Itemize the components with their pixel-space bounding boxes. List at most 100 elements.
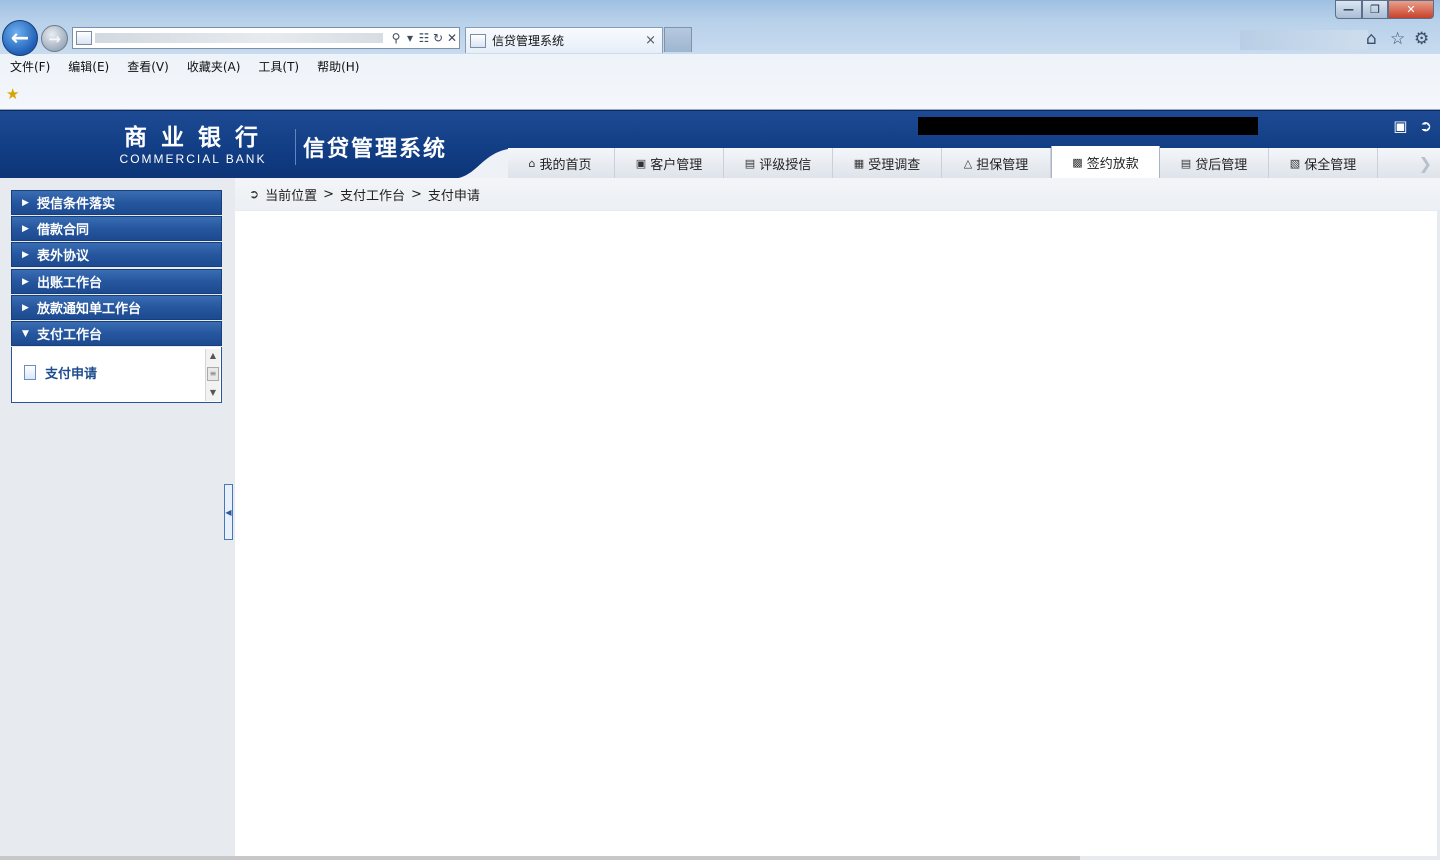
sidebar-item-label: 放款通知单工作台 (37, 302, 142, 317)
gear-icon[interactable]: ⚙ (1414, 29, 1429, 49)
main-content-area (235, 211, 1437, 856)
tab-guarantee-management[interactable]: △ 担保管理 (942, 148, 1051, 179)
menu-edit[interactable]: 编辑(E) (58, 57, 117, 77)
location-icon: ➲ (249, 187, 260, 201)
submenu-scrollbar[interactable]: ▲ ≡ ▼ (205, 349, 220, 401)
sidebar-item-off-balance-agreement[interactable]: ▶ 表外协议 (11, 242, 222, 267)
favorites-star-icon[interactable]: ☆ (1390, 29, 1405, 49)
sidebar-item-loan-notice-workbench[interactable]: ▶ 放款通知单工作台 (11, 295, 222, 320)
sidebar-collapse-handle[interactable]: ◀ (224, 484, 233, 540)
sidebar-item-disbursement-workbench[interactable]: ▶ 出账工作台 (11, 269, 222, 294)
app-header: 商业银行 COMMERCIAL BANK 信贷管理系统 ▣ ➲ ⌂ 我的首页 ▣… (0, 110, 1440, 179)
menu-view[interactable]: 查看(V) (117, 57, 177, 77)
address-url-redacted[interactable] (95, 33, 383, 43)
tab-label: 担保管理 (976, 158, 1029, 173)
tab-acceptance-survey[interactable]: ▦ 受理调查 (833, 148, 942, 179)
document-icon (24, 365, 36, 380)
menu-favorites[interactable]: 收藏夹(A) (177, 57, 249, 77)
scroll-down-icon[interactable]: ▼ (206, 386, 220, 399)
post-loan-icon: ▤ (1180, 157, 1192, 170)
breadcrumb-separator: > (323, 186, 334, 202)
sidebar-item-loan-contract[interactable]: ▶ 借款合同 (11, 216, 222, 241)
status-field-redacted (1240, 30, 1368, 50)
forward-arrow-icon[interactable]: → (41, 25, 68, 52)
browser-tab-title: 信贷管理系统 (492, 34, 565, 48)
refresh-icon[interactable]: ↻ (431, 31, 445, 45)
tab-label: 贷后管理 (1195, 158, 1248, 173)
sidebar-item-label: 授信条件落实 (37, 197, 116, 212)
chevron-right-icon[interactable]: ❯ (1419, 154, 1432, 173)
sidebar-item-label: 表外协议 (37, 249, 90, 264)
monitor-icon[interactable]: ▣ (1393, 117, 1407, 135)
sidebar: ▶ 授信条件落实 ▶ 借款合同 ▶ 表外协议 ▶ 出账工作台 ▶ 放款通知单工作… (0, 178, 234, 860)
bank-logo: 商业银行 COMMERCIAL BANK (108, 124, 278, 167)
tab-customer-management[interactable]: ▣ 客户管理 (615, 148, 724, 179)
breadcrumb: ➲ 当前位置 > 支付工作台 > 支付申请 (235, 178, 1440, 210)
menu-file[interactable]: 文件(F) (0, 57, 58, 77)
caret-right-icon: ▶ (22, 223, 29, 234)
tab-preservation-management[interactable]: ▧ 保全管理 (1269, 148, 1378, 179)
tab-my-home[interactable]: ⌂ 我的首页 (506, 148, 615, 179)
page-icon (76, 31, 92, 45)
nav-tabs: ⌂ 我的首页 ▣ 客户管理 ▤ 评级授信 ▦ 受理调查 △ 担保管理 ▩ 签约放… (506, 146, 1378, 179)
sidebar-item-credit-conditions[interactable]: ▶ 授信条件落实 (11, 190, 222, 215)
browser-menubar: 文件(F) 编辑(E) 查看(V) 收藏夹(A) 工具(T) 帮助(H) (0, 57, 367, 77)
home-icon: ⌂ (528, 157, 536, 170)
minimize-button[interactable]: — (1335, 0, 1362, 19)
tab-label: 受理调查 (868, 158, 921, 173)
sidebar-item-label: 借款合同 (37, 223, 90, 238)
menu-help[interactable]: 帮助(H) (307, 57, 367, 77)
bank-name-cn: 商业银行 (124, 124, 272, 151)
tab-post-loan-management[interactable]: ▤ 贷后管理 (1160, 148, 1269, 179)
tab-close-icon[interactable]: × (645, 33, 656, 48)
submenu-item-label: 支付申请 (45, 367, 98, 382)
payment-workbench-submenu: 支付申请 ▲ ≡ ▼ (11, 347, 222, 403)
tab-label: 客户管理 (650, 158, 703, 173)
tab-contract-disbursement[interactable]: ▩ 签约放款 (1051, 146, 1160, 179)
logout-icon[interactable]: ➲ (1419, 117, 1432, 135)
sidebar-item-label: 出账工作台 (37, 276, 103, 291)
page-icon (470, 33, 486, 48)
caret-right-icon: ▶ (22, 197, 29, 208)
home-icon[interactable]: ⌂ (1366, 29, 1377, 49)
caret-right-icon: ▶ (22, 249, 29, 260)
sidebar-item-payment-workbench[interactable]: ▼ 支付工作台 (11, 321, 222, 346)
caret-right-icon: ▶ (22, 302, 29, 313)
tab-rating-credit[interactable]: ▤ 评级授信 (724, 148, 833, 179)
search-icon[interactable]: ⚲ (389, 31, 403, 45)
user-info-redacted (918, 117, 1258, 135)
restore-button[interactable]: ❐ (1362, 0, 1388, 19)
scroll-up-icon[interactable]: ▲ (206, 349, 220, 362)
preservation-icon: ▧ (1289, 157, 1301, 170)
system-name: 信贷管理系统 (303, 137, 448, 162)
contract-icon: ▩ (1072, 156, 1083, 169)
new-tab-button[interactable] (664, 27, 692, 52)
bank-name-en: COMMERCIAL BANK (119, 152, 267, 166)
compatibility-icon[interactable]: ☷ (417, 31, 431, 45)
tab-label: 我的首页 (539, 158, 592, 173)
tab-label: 签约放款 (1086, 157, 1139, 172)
window-controls: — ❐ ✕ (1335, 0, 1434, 19)
browser-tab[interactable]: 信贷管理系统 × (465, 27, 663, 53)
tab-label: 保全管理 (1304, 158, 1357, 173)
rating-icon: ▤ (744, 157, 756, 170)
window-close-button[interactable]: ✕ (1388, 0, 1434, 19)
horizontal-scrollbar[interactable] (0, 856, 1080, 860)
dropdown-icon[interactable]: ▾ (403, 31, 417, 45)
scroll-thumb[interactable]: ≡ (207, 367, 219, 381)
stop-icon[interactable]: ✕ (445, 31, 459, 45)
main-nav: ⌂ 我的首页 ▣ 客户管理 ▤ 评级授信 ▦ 受理调查 △ 担保管理 ▩ 签约放… (450, 146, 1440, 179)
back-arrow-icon[interactable]: ← (2, 20, 38, 56)
survey-icon: ▦ (853, 157, 865, 170)
caret-down-icon: ▼ (22, 328, 29, 339)
add-favorites-icon[interactable]: ★ (6, 85, 19, 103)
breadcrumb-separator: > (411, 186, 422, 202)
submenu-item-payment-application[interactable]: 支付申请 (24, 363, 97, 382)
menu-tools[interactable]: 工具(T) (248, 57, 307, 77)
caret-right-icon: ▶ (22, 276, 29, 287)
sidebar-item-label: 支付工作台 (37, 328, 103, 343)
logo-divider (295, 129, 296, 165)
tab-label: 评级授信 (759, 158, 812, 173)
customer-icon: ▣ (635, 157, 647, 170)
address-bar[interactable]: ⚲ ▾ ☷ ↻ ✕ (72, 27, 460, 49)
